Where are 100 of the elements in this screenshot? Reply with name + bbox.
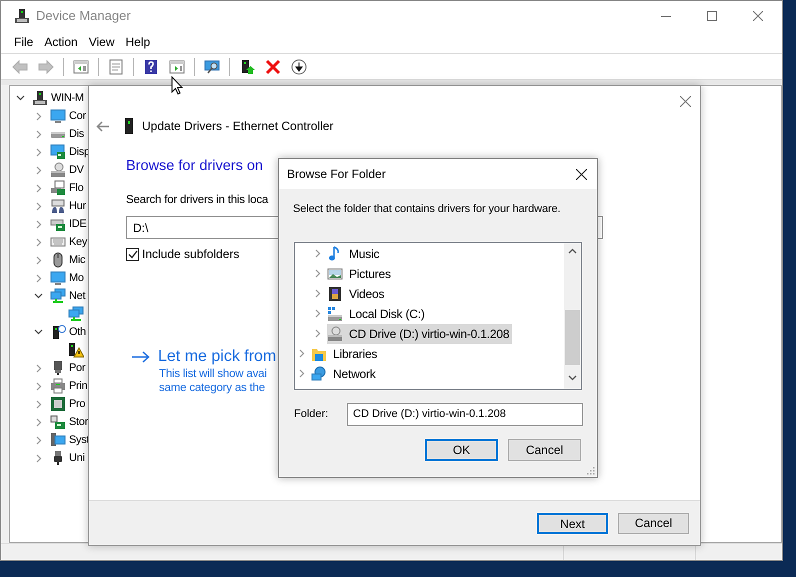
checkbox-label: Include subfolders [142, 246, 240, 263]
folder-tree-item[interactable]: Local Disk (C:) [327, 304, 428, 324]
expand-chevron-icon[interactable] [36, 220, 42, 228]
scrollbar-thumb[interactable] [565, 310, 580, 364]
wizard-heading: Browse for drivers on [126, 157, 263, 176]
local-disk-icon [327, 306, 343, 322]
expand-chevron-icon[interactable] [36, 364, 42, 372]
menu-item[interactable]: Action [40, 33, 82, 51]
expand-chevron-icon[interactable] [36, 400, 42, 408]
instruction-text: Select the folder that contains drivers for your hardware. [293, 202, 562, 217]
close-button[interactable] [575, 168, 587, 180]
folder-tree-item[interactable]: Music [327, 244, 382, 264]
checkbox[interactable] [126, 248, 139, 260]
monitor-search-icon [204, 58, 220, 74]
tree-item-label[interactable]: Pro [69, 396, 86, 412]
window-pane-icon [73, 58, 89, 74]
optical-drive-icon [50, 162, 66, 178]
printer-icon [50, 378, 66, 394]
menu-item[interactable]: Help [122, 33, 154, 51]
expand-chevron-icon[interactable] [36, 112, 42, 120]
tree-item-label[interactable]: Prin [69, 378, 88, 394]
expand-chevron-icon[interactable] [36, 166, 42, 174]
expand-chevron-icon[interactable] [36, 274, 42, 282]
dialog-title: Browse For Folder [287, 166, 386, 183]
tree-item-label[interactable]: Hur [69, 198, 86, 214]
driver-update-icon [239, 58, 255, 74]
pick-driver-link[interactable]: Let me pick from [158, 347, 276, 367]
folder-tree-item[interactable]: Pictures [327, 264, 394, 284]
expand-chevron-icon[interactable] [299, 349, 305, 358]
tree-item-label[interactable]: Oth [69, 324, 86, 340]
tree-item-label[interactable]: Por [69, 360, 86, 376]
storage-controller-icon [50, 414, 66, 430]
tree-item-label[interactable]: IDE [69, 216, 86, 232]
default-button[interactable]: Next [537, 512, 608, 534]
expand-chevron-icon[interactable] [36, 382, 42, 390]
expand-chevron-icon[interactable] [315, 329, 321, 338]
folder-tree-item[interactable]: Videos [327, 284, 388, 304]
tree-item-label[interactable]: WIN-M [51, 90, 84, 106]
tree-item-label[interactable]: Cor [69, 108, 86, 124]
expand-chevron-icon[interactable] [36, 148, 42, 156]
tree-item-label[interactable]: Stor [69, 414, 88, 430]
expand-chevron-icon[interactable] [36, 454, 42, 462]
tree-item-label[interactable]: Flo [69, 180, 84, 196]
expand-chevron-icon[interactable] [315, 309, 321, 318]
wizard-title: Update Drivers - Ethernet Controller [142, 118, 334, 135]
properties-icon [108, 58, 124, 74]
menu-item[interactable]: View [84, 33, 118, 51]
maximize-icon [707, 11, 717, 21]
tree-item-label[interactable]: Dis [69, 126, 84, 142]
floppy-drive-icon [50, 180, 66, 196]
device-icon [14, 8, 30, 24]
back-button[interactable] [96, 119, 110, 133]
expand-chevron-icon[interactable] [36, 130, 42, 138]
folder-tree-item[interactable]: Libraries [311, 344, 380, 364]
monitor-icon [50, 108, 66, 124]
collapse-chevron-icon[interactable] [34, 293, 43, 299]
tree-item-label[interactable]: Net [69, 288, 86, 304]
tree-item-label[interactable]: Syst [69, 432, 90, 448]
menu-item[interactable]: File [10, 33, 38, 51]
link-description: same category as the [159, 381, 265, 395]
expand-chevron-icon[interactable] [36, 436, 42, 444]
expand-chevron-icon[interactable] [315, 289, 321, 298]
scrollbar[interactable] [564, 242, 581, 388]
network-globe-icon [311, 366, 327, 382]
resize-grip-icon [587, 467, 595, 475]
window-title: Device Manager [36, 7, 131, 26]
link-description: This list will show avai [159, 367, 267, 381]
tree-item-label[interactable]: Mic [69, 252, 86, 268]
expand-chevron-icon[interactable] [36, 418, 42, 426]
system-device-icon [50, 432, 66, 448]
back-arrow-icon [12, 58, 28, 74]
search-location-label: Search for drivers in this loca [126, 193, 268, 207]
folder-tree-item[interactable]: CD Drive (D:) virtio-win-0.1.208 [327, 324, 512, 344]
tree-item-label[interactable]: Key [69, 234, 88, 250]
dialog-button[interactable]: Cancel [618, 512, 689, 534]
network-adapter-icon [68, 306, 84, 322]
network-adapter-icon [50, 288, 66, 304]
close-icon [753, 11, 763, 21]
default-button[interactable]: OK [425, 438, 498, 460]
unknown-device-icon [50, 324, 66, 340]
collapse-chevron-icon[interactable] [16, 95, 25, 101]
expand-chevron-icon[interactable] [36, 238, 42, 246]
folder-field[interactable]: CD Drive (D:) virtio-win-0.1.208 [347, 402, 583, 426]
expand-chevron-icon[interactable] [299, 369, 305, 378]
tree-item-label[interactable]: Uni [69, 450, 85, 466]
folder-tree-item[interactable]: Network [311, 364, 379, 384]
expand-chevron-icon[interactable] [36, 256, 42, 264]
dialog-button[interactable]: Cancel [508, 438, 581, 460]
computer-icon [32, 90, 48, 106]
back-arrow-icon [96, 120, 109, 132]
forward-arrow-icon [38, 58, 54, 74]
expand-chevron-icon[interactable] [315, 249, 321, 258]
tree-item-label[interactable]: DV [69, 162, 84, 178]
expand-chevron-icon[interactable] [315, 269, 321, 278]
expand-chevron-icon[interactable] [36, 184, 42, 192]
collapse-chevron-icon[interactable] [34, 329, 43, 335]
expand-chevron-icon[interactable] [36, 202, 42, 210]
processor-icon [50, 396, 66, 412]
close-icon [680, 96, 690, 106]
tree-item-label[interactable]: Mo [69, 270, 84, 286]
